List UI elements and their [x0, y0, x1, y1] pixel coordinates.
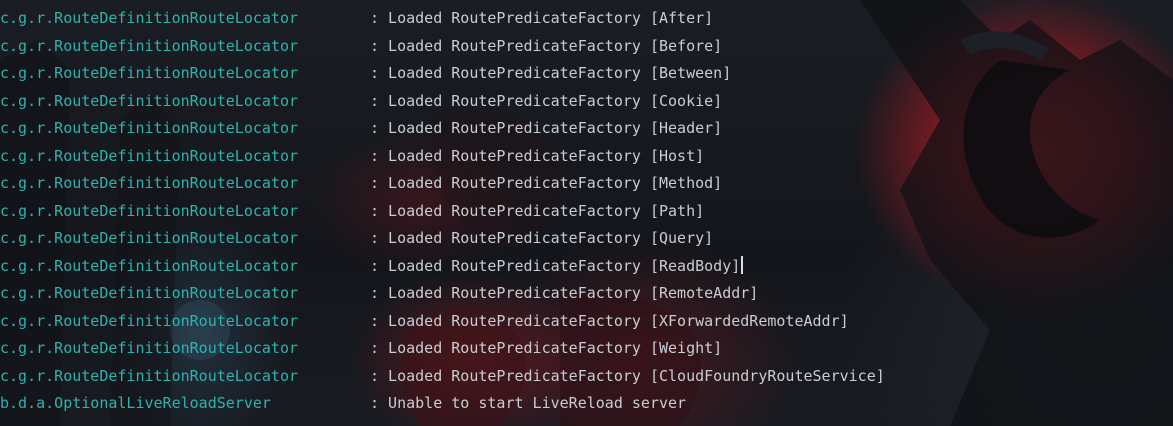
log-line: c.g.r.RouteDefinitionRouteLocator: Loade…	[0, 170, 885, 198]
logger-name[interactable]: b.d.a.OptionalLiveReloadServer	[0, 390, 370, 418]
log-line: c.g.r.RouteDefinitionRouteLocator: Loade…	[0, 198, 885, 226]
log-message: : Loaded RoutePredicateFactory [Header]	[370, 119, 723, 137]
log-message: : Unable to start LiveReload server	[370, 394, 687, 412]
log-message: : Loaded RoutePredicateFactory [Between]	[370, 64, 732, 82]
logger-name[interactable]: c.g.r.RouteDefinitionRouteLocator	[0, 198, 370, 226]
logger-name[interactable]: c.g.r.RouteDefinitionRouteLocator	[0, 60, 370, 88]
logger-name[interactable]: c.g.r.RouteDefinitionRouteLocator	[0, 5, 370, 33]
log-message: : Loaded RoutePredicateFactory [XForward…	[370, 311, 849, 330]
log-line: c.g.r.RouteDefinitionRouteLocator: Loade…	[0, 88, 885, 116]
log-line: c.g.r.RouteDefinitionRouteLocator: Loade…	[0, 280, 885, 308]
console-output[interactable]: c.g.r.RouteDefinitionRouteLocator: Loade…	[0, 0, 1173, 426]
log-line: c.g.r.RouteDefinitionRouteLocator: Loade…	[0, 335, 885, 363]
log-message: : Loaded RoutePredicateFactory [After]	[370, 9, 714, 27]
log-message: : Loaded RoutePredicateFactory [Cookie]	[370, 91, 723, 110]
log-line: b.d.a.OptionalLiveReloadServer: Unable t…	[0, 390, 885, 418]
logger-name[interactable]: c.g.r.RouteDefinitionRouteLocator	[0, 253, 370, 281]
log-message: : Loaded RoutePredicateFactory [Query]	[370, 229, 714, 247]
log-message: : Loaded RoutePredicateFactory [Method]	[370, 174, 723, 192]
log-message: : Loaded RoutePredicateFactory [Path]	[370, 201, 705, 220]
logger-name[interactable]: c.g.r.RouteDefinitionRouteLocator	[0, 335, 370, 363]
log-message: : Loaded RoutePredicateFactory [Weight]	[370, 339, 723, 357]
log-line: c.g.r.RouteDefinitionRouteLocator: Loade…	[0, 308, 885, 336]
log-line: c.g.r.RouteDefinitionRouteLocator: Loade…	[0, 363, 885, 391]
log-message: : Loaded RoutePredicateFactory [Host]	[370, 146, 705, 165]
log-line: c.g.r.RouteDefinitionRouteLocator: Loade…	[0, 60, 885, 88]
log-line: c.g.r.RouteDefinitionRouteLocator: Loade…	[0, 143, 885, 171]
logger-name[interactable]: c.g.r.RouteDefinitionRouteLocator	[0, 280, 370, 308]
log-lines: c.g.r.RouteDefinitionRouteLocator: Loade…	[0, 5, 885, 418]
logger-name[interactable]: c.g.r.RouteDefinitionRouteLocator	[0, 363, 370, 391]
log-message: : Loaded RoutePredicateFactory [ReadBody…	[370, 256, 741, 275]
logger-name[interactable]: c.g.r.RouteDefinitionRouteLocator	[0, 308, 370, 336]
log-line: c.g.r.RouteDefinitionRouteLocator: Loade…	[0, 253, 885, 281]
log-line: c.g.r.RouteDefinitionRouteLocator: Loade…	[0, 115, 885, 143]
logger-name[interactable]: c.g.r.RouteDefinitionRouteLocator	[0, 170, 370, 198]
log-message: : Loaded RoutePredicateFactory [CloudFou…	[370, 366, 885, 385]
logger-name[interactable]: c.g.r.RouteDefinitionRouteLocator	[0, 225, 370, 253]
log-message: : Loaded RoutePredicateFactory [RemoteAd…	[370, 284, 759, 302]
logger-name[interactable]: c.g.r.RouteDefinitionRouteLocator	[0, 88, 370, 116]
logger-name[interactable]: c.g.r.RouteDefinitionRouteLocator	[0, 33, 370, 61]
log-message: : Loaded RoutePredicateFactory [Before]	[370, 36, 723, 55]
log-line: c.g.r.RouteDefinitionRouteLocator: Loade…	[0, 33, 885, 61]
logger-name[interactable]: c.g.r.RouteDefinitionRouteLocator	[0, 115, 370, 143]
text-caret	[741, 255, 744, 274]
logger-name[interactable]: c.g.r.RouteDefinitionRouteLocator	[0, 143, 370, 171]
log-line: c.g.r.RouteDefinitionRouteLocator: Loade…	[0, 5, 885, 33]
log-line: c.g.r.RouteDefinitionRouteLocator: Loade…	[0, 225, 885, 253]
